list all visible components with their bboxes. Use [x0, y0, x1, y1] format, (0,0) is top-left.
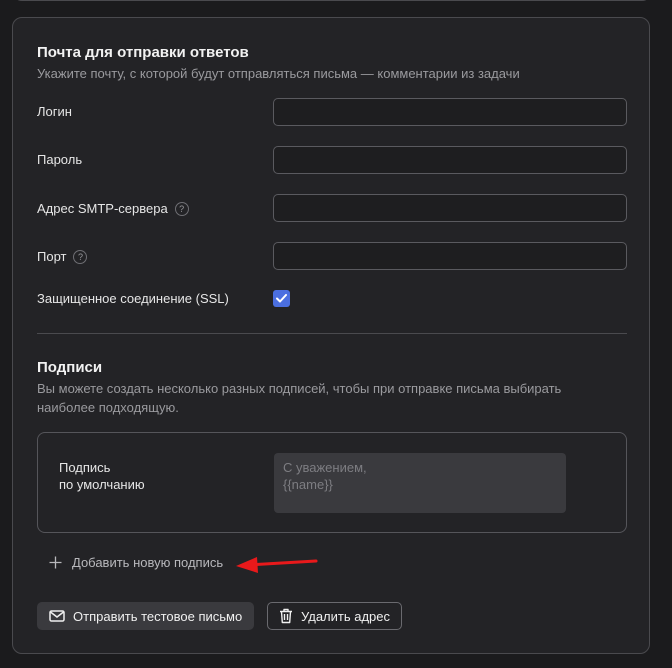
mail-section-description: Укажите почту, с которой будут отправлят…	[37, 66, 520, 81]
ssl-label: Защищенное соединение (SSL)	[37, 291, 229, 306]
section-divider	[37, 333, 627, 334]
mail-section-title: Почта для отправки ответов	[37, 44, 249, 61]
check-icon	[276, 294, 287, 303]
signatures-title: Подписи	[37, 359, 103, 376]
login-label: Логин	[37, 104, 72, 119]
ssl-checkbox[interactable]	[273, 290, 290, 307]
smtp-help-icon[interactable]: ?	[174, 201, 189, 216]
delete-address-label: Удалить адрес	[301, 608, 391, 624]
port-input[interactable]	[273, 242, 627, 270]
smtp-label: Адрес SMTP-сервера ?	[37, 201, 189, 216]
envelope-icon	[49, 610, 65, 622]
password-input[interactable]	[273, 146, 627, 174]
port-label: Порт ?	[37, 249, 88, 264]
trash-icon	[280, 608, 292, 624]
smtp-server-input[interactable]	[273, 194, 627, 222]
signature-textarea[interactable]	[274, 453, 566, 513]
signatures-description: Вы можете создать несколько разных подпи…	[37, 381, 562, 415]
port-help-icon[interactable]: ?	[73, 249, 88, 264]
previous-card-edge	[12, 0, 652, 1]
signature-box: Подпись по умолчанию	[37, 432, 627, 533]
mail-settings-card: Почта для отправки ответов Укажите почту…	[12, 17, 650, 654]
add-signature-label: Добавить новую подпись	[72, 555, 224, 570]
login-input[interactable]	[273, 98, 627, 126]
send-test-email-button[interactable]: Отправить тестовое письмо	[37, 602, 255, 630]
delete-address-button[interactable]: Удалить адрес	[267, 602, 403, 630]
password-label: Пароль	[37, 152, 83, 167]
default-signature-label: Подпись по умолчанию	[59, 460, 145, 492]
plus-icon	[49, 556, 62, 569]
add-signature-button[interactable]: Добавить новую подпись	[49, 555, 223, 570]
send-test-email-label: Отправить тестовое письмо	[73, 608, 243, 624]
